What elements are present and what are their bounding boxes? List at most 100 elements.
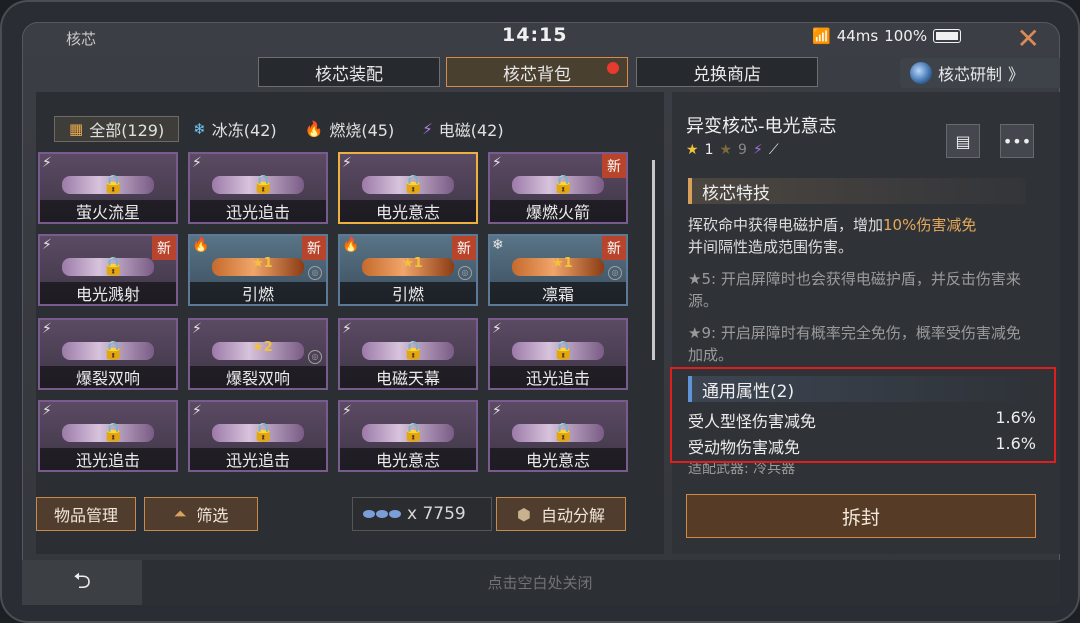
- lightning-icon: ⚡: [422, 120, 433, 138]
- document-search-icon[interactable]: ▤: [946, 124, 980, 158]
- triangle-icon: ⏶: [173, 504, 187, 523]
- filter-label: 燃烧(45): [329, 121, 395, 140]
- filter-label: 全部(129): [89, 121, 165, 140]
- filter-freeze[interactable]: ❄ 冰冻(42): [179, 116, 290, 142]
- lock-icon: 🔒: [102, 422, 125, 443]
- element-filters: ▦ 全部(129) ❄ 冰冻(42) 🔥 燃烧(45) ⚡ 电磁(42): [54, 116, 518, 142]
- lock-icon: 🔒: [102, 340, 125, 361]
- cube-icon: ⬢: [517, 504, 531, 524]
- core-card[interactable]: ⚡ 🔒 迅光追击: [188, 400, 328, 472]
- core-card[interactable]: ⚡ ★2 ◎ 爆裂双响: [188, 318, 328, 390]
- more-options-icon[interactable]: •••: [1000, 124, 1034, 158]
- element-type-icon: ❄: [492, 237, 504, 253]
- stack-icon: ◎: [608, 266, 622, 280]
- star-max: 9: [738, 142, 747, 158]
- filter-burn[interactable]: 🔥 燃烧(45): [291, 116, 409, 142]
- perk-9-text: ★9: 开启屏障时有概率完全免伤，概率受伤害减免加成。: [688, 324, 1021, 364]
- core-card-name: 迅光追击: [190, 448, 326, 470]
- core-card[interactable]: ⚡ 🔒 迅光追击: [488, 318, 628, 390]
- close-icon[interactable]: ✕: [1017, 22, 1040, 55]
- notification-dot: [607, 62, 619, 74]
- core-card[interactable]: ❄ ★1 ◎ 新凛霜: [488, 234, 628, 306]
- core-card-name: 凛霜: [490, 282, 626, 304]
- star-level: ★1: [252, 256, 273, 271]
- element-type-icon: ⚡: [42, 237, 52, 253]
- element-type-icon: ⚡: [42, 321, 52, 337]
- tab-core-backpack[interactable]: 核芯背包: [446, 57, 628, 87]
- skill-desc-part: 并间隔性造成范围伤害。: [688, 238, 854, 256]
- core-card[interactable]: ⚡ 🔒 爆裂双响: [38, 318, 178, 390]
- core-card[interactable]: ⚡ 🔒 电光意志: [338, 152, 478, 224]
- currency-value: x 7759: [407, 504, 466, 524]
- core-card-name: 引燃: [340, 282, 476, 304]
- core-card-name: 爆裂双响: [190, 366, 326, 388]
- filter-label: 冰冻(42): [211, 121, 277, 140]
- tab-label: 核芯背包: [503, 64, 571, 85]
- filter-electromagnetic[interactable]: ⚡ 电磁(42): [408, 116, 517, 142]
- core-title: 异变核芯-电光意志: [686, 116, 837, 137]
- core-research-button[interactable]: 核芯研制 》: [900, 58, 1060, 88]
- auto-decompose-button[interactable]: ⬢ 自动分解: [496, 497, 626, 531]
- unseal-button[interactable]: 拆封: [686, 494, 1036, 538]
- item-manage-button[interactable]: 物品管理: [36, 497, 136, 531]
- star-icon: ★: [719, 142, 733, 158]
- window-title: 核芯: [66, 30, 97, 48]
- new-badge: 新: [602, 154, 626, 178]
- element-type-icon: ⚡: [192, 155, 202, 171]
- core-card-name: 爆裂双响: [40, 366, 176, 388]
- core-card[interactable]: ⚡ 🔒 电磁天幕: [338, 318, 478, 390]
- grid-icon: ▦: [69, 120, 84, 138]
- element-type-icon: ⚡: [492, 155, 502, 171]
- core-card[interactable]: ⚡ 🔒 萤火流星: [38, 152, 178, 224]
- core-card[interactable]: 🔥 ★1 ◎ 新引燃: [338, 234, 478, 306]
- tab-label: 兑换商店: [693, 64, 761, 85]
- filter-button[interactable]: ⏶ 筛选: [144, 497, 258, 531]
- core-card[interactable]: ⚡ 🔒 迅光追击: [38, 400, 178, 472]
- lock-icon: 🔒: [252, 422, 275, 443]
- skill-description: 挥砍命中获得电磁护盾，增加10%伤害减免并间隔性造成范围伤害。: [688, 214, 1038, 258]
- element-type-icon: ⚡: [192, 321, 202, 337]
- lock-icon: 🔒: [552, 174, 575, 195]
- scrollbar[interactable]: [652, 160, 655, 360]
- core-card-name: 电光意志: [340, 200, 476, 222]
- skill-desc-part: 挥砍命中获得电磁护盾，增加: [688, 216, 884, 234]
- core-card-name: 萤火流星: [40, 200, 176, 222]
- currency-count: x 7759: [352, 497, 492, 531]
- element-type-icon: 🔥: [342, 237, 360, 253]
- lock-icon: 🔒: [102, 174, 125, 195]
- core-card-name: 爆燃火箭: [490, 200, 626, 222]
- core-card[interactable]: ⚡ 🔒 迅光追击: [188, 152, 328, 224]
- element-type-icon: ⚡: [342, 403, 352, 419]
- lock-icon: 🔒: [402, 340, 425, 361]
- stack-icon: ◎: [308, 350, 322, 364]
- tab-core-assembly[interactable]: 核芯装配: [258, 57, 440, 87]
- new-badge: 新: [452, 236, 476, 260]
- core-card-name: 迅光追击: [40, 448, 176, 470]
- element-type-icon: ⚡: [192, 403, 202, 419]
- element-type-icon: ⚡: [342, 321, 352, 337]
- core-card[interactable]: ⚡ 🔒 新电光溅射: [38, 234, 178, 306]
- element-type-icon: ⚡: [342, 155, 352, 171]
- battery-icon: [933, 29, 962, 43]
- core-card[interactable]: ⚡ 🔒 新爆燃火箭: [488, 152, 628, 224]
- tab-exchange-shop[interactable]: 兑换商店: [636, 57, 818, 87]
- element-type-icon: ⚡: [42, 403, 52, 419]
- star-level: ★1: [552, 256, 573, 271]
- skill-highlight: 10%伤害减免: [883, 216, 977, 234]
- star-level: ★2: [252, 340, 273, 355]
- core-card[interactable]: ⚡ 🔒 电光意志: [338, 400, 478, 472]
- close-hint[interactable]: 点击空白处关闭: [420, 572, 660, 593]
- back-icon[interactable]: ⮌: [22, 560, 142, 605]
- filter-all[interactable]: ▦ 全部(129): [54, 116, 180, 142]
- lock-icon: 🔒: [102, 256, 125, 277]
- element-type-icon: ⚡: [492, 321, 502, 337]
- sword-icon: ⟋: [768, 142, 779, 158]
- highlight-box: [670, 367, 1056, 463]
- double-chevron-icon: 》: [1008, 65, 1025, 84]
- core-card[interactable]: 🔥 ★1 ◎ 新引燃: [188, 234, 328, 306]
- core-card-name: 电光意志: [340, 448, 476, 470]
- perk-5-text: ★5: 开启屏障时也会获得电磁护盾，并反击伤害来源。: [688, 270, 1021, 310]
- core-card[interactable]: ⚡ 🔒 电光意志: [488, 400, 628, 472]
- flame-icon: 🔥: [304, 120, 324, 138]
- core-orb-icon: [910, 62, 932, 84]
